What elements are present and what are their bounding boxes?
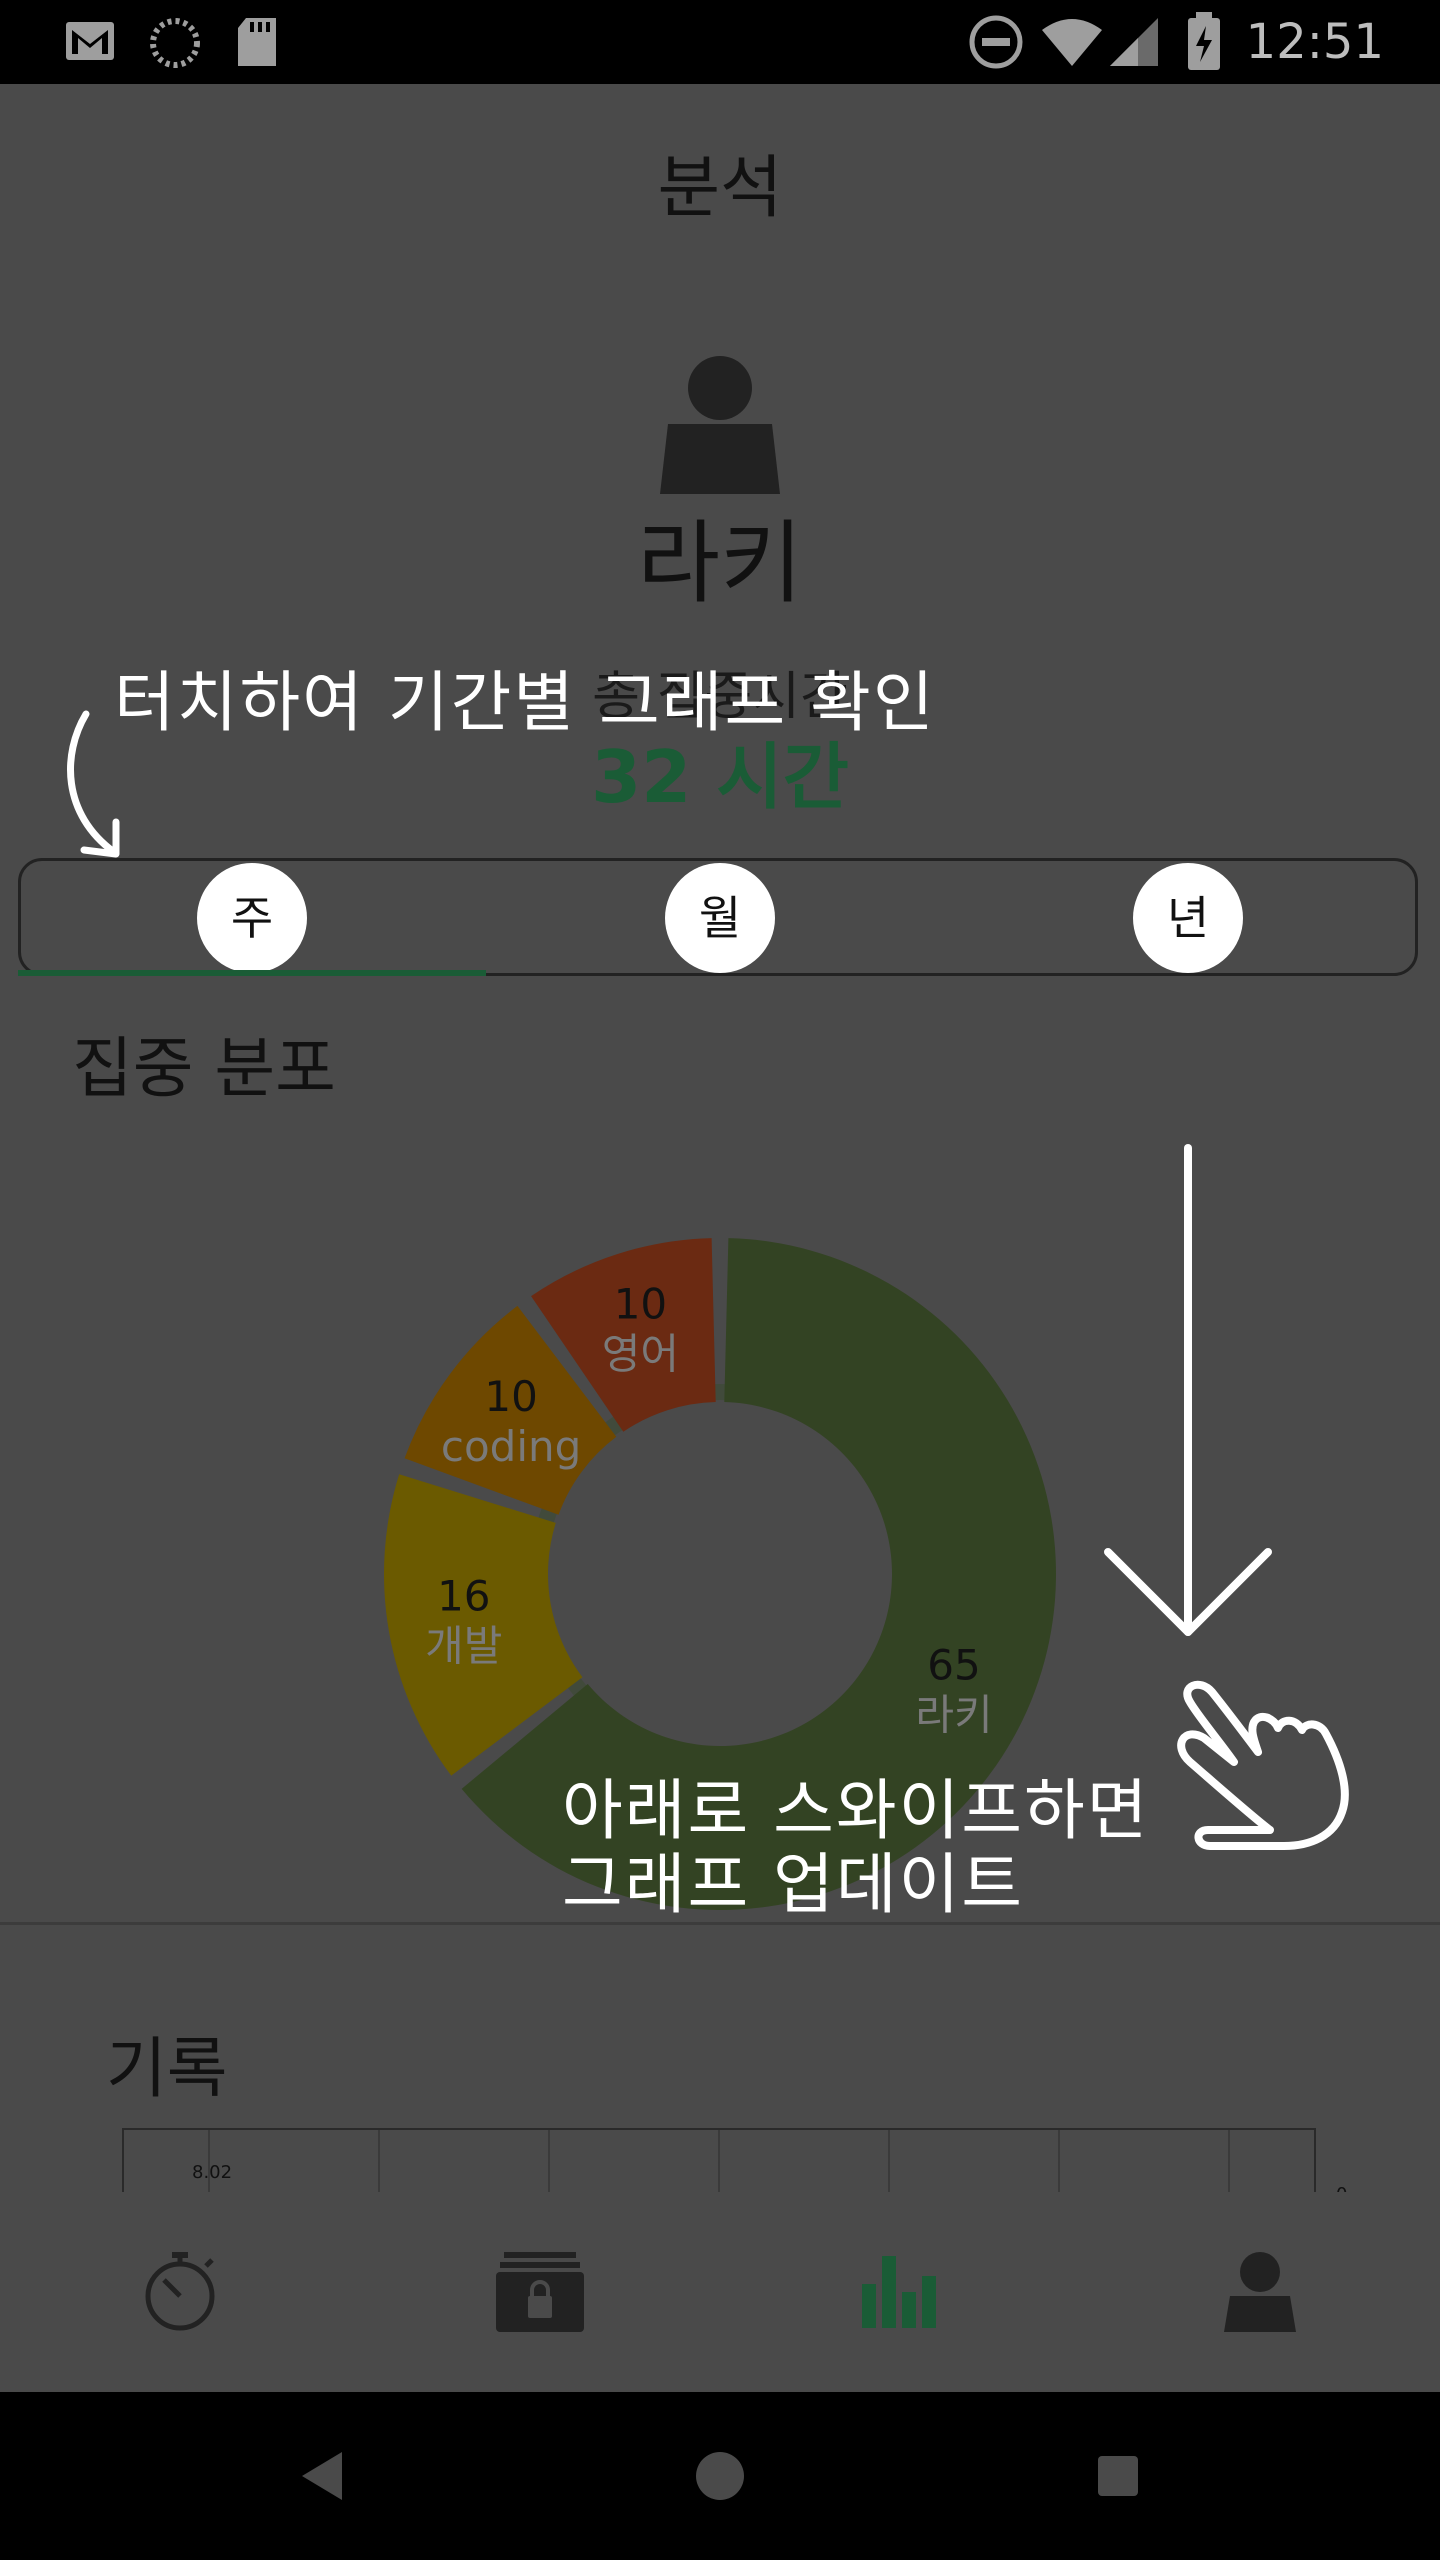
distribution-title: 집중 분포	[72, 1030, 336, 1107]
slice-value-label: 10	[484, 1372, 537, 1421]
swipe-hint-text: 아래로 스와이프하면 그래프 업데이트	[562, 1774, 1149, 1922]
gmail-icon	[66, 22, 114, 60]
bar-chart-icon	[862, 2256, 936, 2328]
person-icon	[1224, 2252, 1296, 2332]
status-bar: 12:51	[0, 0, 1440, 84]
slice-category-label: 라키	[915, 1690, 992, 1739]
grid-line	[718, 2130, 720, 2194]
signal-icon	[1110, 18, 1158, 66]
swipe-hint-line2: 그래프 업데이트	[562, 1846, 1025, 1923]
timer-icon	[145, 2252, 215, 2331]
record-title: 기록	[106, 2030, 228, 2107]
back-icon[interactable]	[280, 2436, 360, 2516]
swipe-hint-line1: 아래로 스와이프하면	[562, 1772, 1150, 1849]
wifi-icon	[1042, 19, 1102, 66]
tab-indicator	[18, 970, 486, 976]
home-icon[interactable]	[680, 2436, 760, 2516]
grid-line	[1058, 2130, 1060, 2194]
down-arrow-icon	[1104, 1144, 1272, 1636]
bottom-navigation	[0, 2192, 1440, 2392]
sd-card-icon	[238, 18, 276, 66]
nav-profile[interactable]	[1080, 2192, 1440, 2392]
recents-icon[interactable]	[1078, 2436, 1158, 2516]
slice-value-label: 10	[614, 1279, 667, 1328]
slice-category-label: 영어	[602, 1329, 679, 1378]
lock-box-icon	[496, 2252, 584, 2332]
tab-week[interactable]: 주	[197, 863, 307, 973]
record-value-label: 8.02	[192, 2162, 233, 2183]
swipe-hand-icon	[1177, 1680, 1349, 1850]
slice-value-label: 65	[927, 1640, 980, 1689]
total-focus-value: 32 시간	[591, 735, 849, 819]
record-chart: 8.02	[122, 2128, 1316, 2194]
tab-month[interactable]: 월	[665, 863, 775, 973]
do-not-disturb-icon	[969, 15, 1023, 69]
slice-value-label: 16	[437, 1571, 490, 1620]
battery-charging-icon	[1188, 12, 1220, 70]
slice-category-label: coding	[441, 1422, 581, 1471]
system-navigation	[0, 2392, 1440, 2560]
tab-year[interactable]: 년	[1133, 863, 1243, 973]
profile-avatar	[660, 356, 780, 494]
grid-line	[1228, 2130, 1230, 2194]
nav-timer[interactable]	[0, 2192, 360, 2392]
period-tabs: 주 월 년	[18, 858, 1418, 976]
slice-category-label: 개발	[425, 1621, 502, 1670]
user-name: 라키	[637, 511, 803, 616]
grid-line	[548, 2130, 550, 2194]
nav-lock-box[interactable]	[360, 2192, 720, 2392]
status-time: 12:51	[1245, 14, 1384, 70]
sync-icon	[150, 18, 200, 68]
grid-line	[378, 2130, 380, 2194]
grid-line	[888, 2130, 890, 2194]
page-title: 분석	[657, 149, 783, 228]
period-hint-text: 터치하여 기간별 그래프 확인	[114, 664, 936, 741]
nav-analysis[interactable]	[720, 2192, 1080, 2392]
